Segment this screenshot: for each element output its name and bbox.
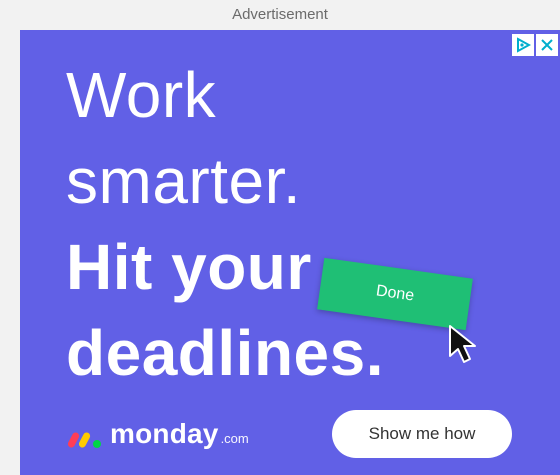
mouse-cursor-icon xyxy=(449,325,476,363)
headline: Work smarter. Hit your deadlines. xyxy=(66,52,384,396)
brand-name: monday xyxy=(110,418,219,449)
headline-line-4: deadlines. xyxy=(66,317,384,389)
ad-frame: Advertisement Work smarter. Hit your dea… xyxy=(0,0,560,475)
brand-logo[interactable]: monday .com xyxy=(68,418,249,450)
ad-creative[interactable]: Work smarter. Hit your deadlines. Done m… xyxy=(20,30,560,475)
adchoices-controls xyxy=(512,34,558,56)
brand-tld: .com xyxy=(220,431,249,446)
show-me-how-button[interactable]: Show me how xyxy=(332,410,512,458)
headline-line-2: smarter. xyxy=(66,145,302,217)
monday-logo-icon xyxy=(68,432,101,448)
adchoices-info-button[interactable] xyxy=(512,34,534,56)
headline-line-1: Work xyxy=(66,59,217,131)
ad-close-button[interactable] xyxy=(536,34,558,56)
adchoices-triangle-icon xyxy=(517,37,531,53)
close-icon xyxy=(541,39,553,51)
advertisement-label: Advertisement xyxy=(232,6,328,23)
